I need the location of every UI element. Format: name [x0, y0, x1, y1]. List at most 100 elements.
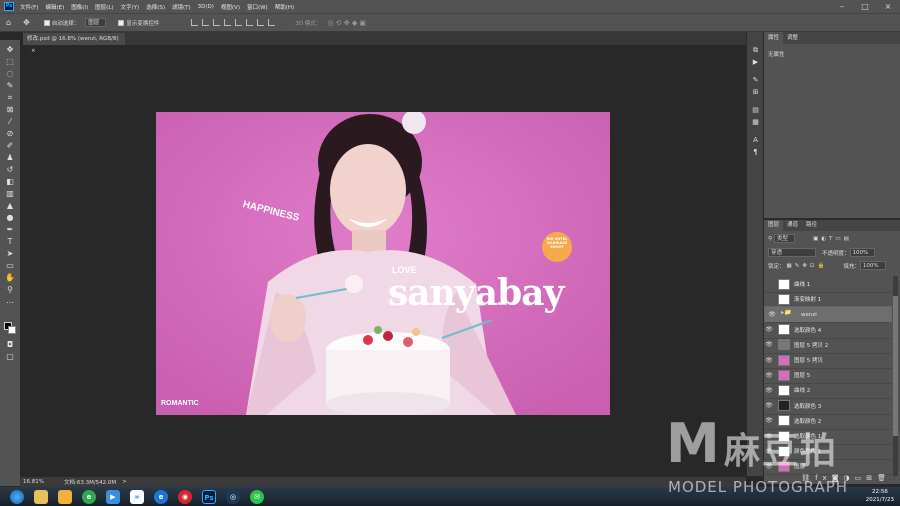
visibility-eye-icon[interactable]: 👁: [764, 402, 774, 409]
align-bottom-icon[interactable]: [213, 19, 221, 26]
visibility-eye-icon[interactable]: 👁: [764, 341, 774, 348]
tab-adjustments[interactable]: 调整: [783, 32, 802, 44]
library-icon[interactable]: [58, 489, 72, 504]
character-panel-icon[interactable]: A: [751, 136, 760, 145]
internet-explorer-icon[interactable]: e: [154, 489, 168, 504]
gradient-tool-icon[interactable]: ▥: [5, 189, 15, 199]
media-player-icon[interactable]: ▶: [106, 489, 120, 504]
history-brush-icon[interactable]: ↺: [5, 165, 15, 175]
menu-layer[interactable]: 图层(L): [95, 3, 113, 11]
quick-mask-icon[interactable]: ◘: [5, 340, 15, 350]
show-transform-checkbox[interactable]: 显示变换控件: [118, 19, 159, 27]
stamp-tool-icon[interactable]: ♟: [5, 153, 15, 163]
visibility-eye-icon[interactable]: 👁: [764, 326, 774, 333]
app-store-icon[interactable]: ∞: [130, 489, 144, 504]
move-tool-icon[interactable]: ✥: [5, 45, 15, 55]
visibility-eye-icon[interactable]: 👁: [764, 463, 774, 470]
shape-tool-icon[interactable]: ▭: [5, 261, 15, 271]
photoshop-logo-icon[interactable]: Ps: [4, 2, 14, 11]
blur-tool-icon[interactable]: ▲: [5, 201, 15, 211]
visibility-eye-icon[interactable]: 👁: [764, 433, 774, 440]
zoom-tool-icon[interactable]: ⚲: [5, 285, 15, 295]
add-mask-icon[interactable]: ◙: [832, 474, 844, 482]
align-left-icon[interactable]: [224, 19, 232, 26]
menu-filter[interactable]: 滤镜(T): [172, 3, 191, 11]
menu-help[interactable]: 帮助(H): [275, 3, 294, 11]
clone-source-icon[interactable]: ⊞: [751, 88, 760, 97]
layers-scrollbar[interactable]: [893, 276, 898, 476]
start-button-icon[interactable]: [10, 489, 24, 504]
quick-select-tool-icon[interactable]: ✎: [5, 81, 15, 91]
filter-type-icons[interactable]: ▣◐T▭▤: [813, 236, 852, 242]
lock-icons[interactable]: ▦✎✥⊡🔒: [787, 263, 828, 269]
dodge-tool-icon[interactable]: ●: [5, 213, 15, 223]
status-menu-arrow[interactable]: >: [122, 479, 127, 485]
visibility-eye-icon[interactable]: 👁: [764, 448, 774, 455]
libraries-icon[interactable]: ▤: [751, 106, 760, 115]
blend-mode-dropdown[interactable]: 穿透: [768, 248, 816, 257]
menu-select[interactable]: 选择(S): [146, 3, 165, 11]
crop-tool-icon[interactable]: ⌗: [5, 93, 15, 103]
layer-filter-dropdown[interactable]: 类型: [774, 234, 796, 243]
tab-properties[interactable]: 属性: [764, 32, 784, 44]
document-canvas[interactable]: HAPPINESS LOVE sanyabay ROMANTIC JUS HOT…: [156, 112, 610, 415]
new-group-icon[interactable]: ▭: [855, 474, 867, 482]
menu-window[interactable]: 窗口(W): [247, 3, 268, 11]
pen-tool-icon[interactable]: ✒: [5, 225, 15, 235]
document-tab[interactable]: 修改.psd @ 16.8% (wenzi, RGB/8) ×: [23, 33, 125, 54]
more-tools-icon[interactable]: ⋯: [5, 298, 15, 308]
align-middle-icon[interactable]: [202, 19, 210, 26]
align-top-icon[interactable]: [191, 19, 199, 26]
minimize-icon[interactable]: –: [830, 0, 854, 13]
visibility-eye-icon[interactable]: 👁: [764, 372, 774, 379]
close-tab-icon[interactable]: ×: [31, 48, 36, 54]
screen-mode-icon[interactable]: ▢: [5, 352, 15, 362]
type-tool-icon[interactable]: T: [5, 237, 15, 247]
home-icon[interactable]: ⌂: [6, 18, 11, 27]
swatches-icon[interactable]: ▦: [751, 118, 760, 127]
align-center-icon[interactable]: [235, 19, 243, 26]
netease-music-icon[interactable]: ◉: [178, 489, 192, 504]
eyedropper-tool-icon[interactable]: ⁄: [5, 117, 15, 127]
new-layer-icon[interactable]: ⊞: [866, 474, 877, 482]
auto-select-checkbox[interactable]: 自动选择：: [43, 19, 79, 27]
wechat-icon[interactable]: ✉: [250, 489, 264, 504]
marquee-tool-icon[interactable]: ⬚: [5, 57, 15, 67]
healing-tool-icon[interactable]: ⊘: [5, 129, 15, 139]
align-right-icon[interactable]: [246, 19, 254, 26]
lasso-tool-icon[interactable]: ◌: [5, 69, 15, 79]
hand-tool-icon[interactable]: ✋: [5, 273, 15, 283]
close-window-icon[interactable]: ×: [876, 0, 900, 13]
move-tool-icon[interactable]: ✥: [23, 18, 30, 27]
tab-paths[interactable]: 路径: [802, 220, 821, 231]
tab-channels[interactable]: 通道: [783, 220, 802, 231]
menu-type[interactable]: 文字(Y): [121, 3, 140, 11]
menu-3d[interactable]: 3D(D): [198, 4, 214, 10]
photoshop-taskbar-icon[interactable]: Ps: [202, 489, 216, 504]
fill-input[interactable]: 100%: [859, 261, 886, 270]
scrollbar-thumb[interactable]: [893, 296, 898, 436]
maximize-icon[interactable]: □: [853, 0, 877, 13]
distribute-vertical-icon[interactable]: [268, 19, 276, 26]
opacity-input[interactable]: 100%: [849, 248, 876, 257]
distribute-icon[interactable]: [257, 19, 265, 26]
paragraph-panel-icon[interactable]: ¶: [751, 148, 760, 157]
path-select-icon[interactable]: ➤: [5, 249, 15, 259]
delete-layer-icon[interactable]: 🗑: [877, 474, 891, 482]
file-explorer-icon[interactable]: [34, 489, 48, 504]
browser-green-icon[interactable]: e: [82, 489, 96, 504]
tab-layers[interactable]: 图层: [764, 220, 784, 231]
brush-tool-icon[interactable]: ✐: [5, 141, 15, 151]
background-color-swatch[interactable]: [8, 326, 16, 334]
link-layers-icon[interactable]: ⛓: [801, 474, 815, 482]
history-panel-icon[interactable]: ⧉: [751, 46, 760, 55]
menu-edit[interactable]: 编辑(E): [45, 3, 64, 11]
visibility-eye-icon[interactable]: 👁: [764, 387, 774, 394]
frame-tool-icon[interactable]: ⊠: [5, 105, 15, 115]
auto-select-dropdown[interactable]: 图层: [85, 18, 107, 27]
brush-panel-icon[interactable]: ✎: [751, 76, 760, 85]
visibility-eye-icon[interactable]: 👁: [767, 311, 777, 319]
visibility-eye-icon[interactable]: 👁: [764, 417, 774, 424]
actions-panel-icon[interactable]: ▶: [751, 58, 760, 67]
layer-row[interactable]: 👁 图层: [764, 458, 892, 476]
